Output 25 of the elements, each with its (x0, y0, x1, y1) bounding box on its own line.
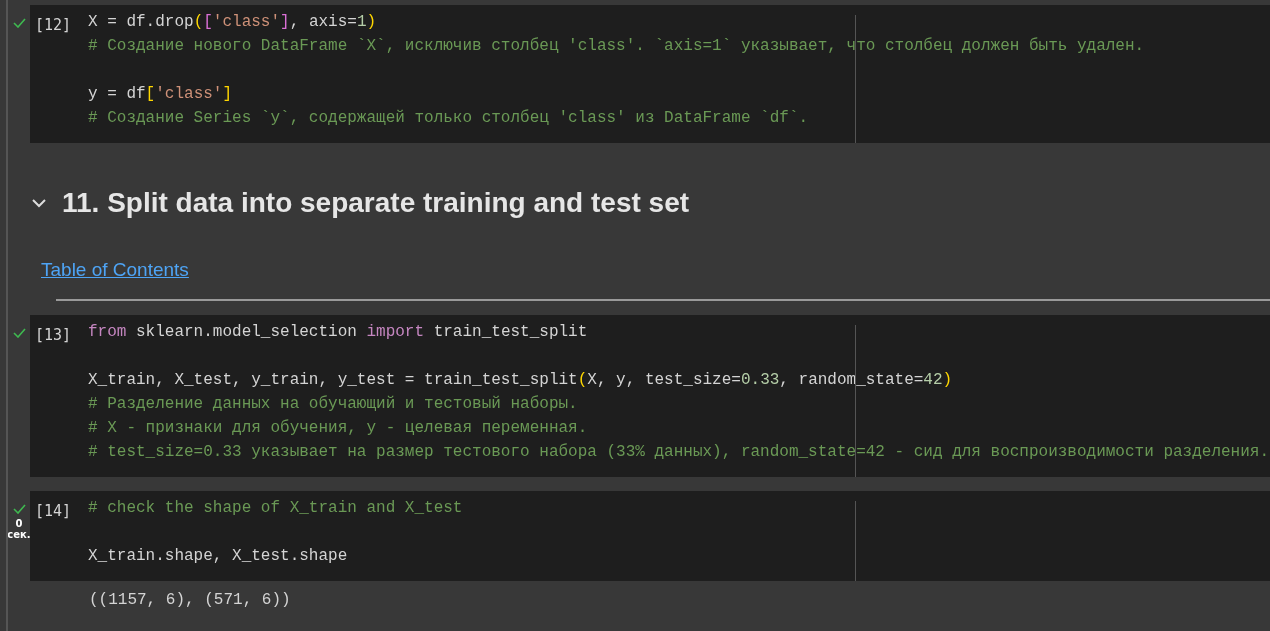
execution-count: [14] (34, 501, 73, 522)
check-icon (12, 328, 26, 338)
code-comment: # Создание Series `y`, содержащей только столбец 'class' из DataFrame `df`. (88, 109, 810, 129)
code-cell[interactable]: [14] # check the shape of X_train and X_test X_train.shape, X_test.shape (30, 491, 1270, 581)
check-icon (12, 504, 26, 514)
run-duration: 0 сек. (8, 518, 31, 540)
code-cell[interactable] (30, 5, 1270, 143)
code-line: from sklearn.model_selection import train_test_split (88, 323, 589, 343)
code-line: y = df['class'] (88, 85, 234, 105)
code-comment: # Разделение данных на обучающий и тестовый наборы. (88, 395, 579, 415)
code-comment: # X - признаки для обучения, y - целевая переменная. (88, 419, 589, 439)
section-heading: 11. Split data into separate training and test set (62, 187, 690, 219)
check-icon (12, 18, 26, 28)
code-comment: # check the shape of X_train and X_test (88, 499, 463, 519)
code-line: X_train.shape, X_test.shape (88, 547, 349, 567)
execution-count: [12] (34, 15, 73, 36)
table-of-contents-link[interactable]: Table of Contents (41, 259, 189, 281)
cell-output: ((1157, 6), (571, 6)) (88, 590, 292, 609)
code-line: X_train, X_test, y_train, y_test = train_test_split(X, y, test_size=0.33, random_state=42) (88, 371, 954, 391)
collapse-chevron-icon[interactable] (32, 198, 46, 208)
code-line: X = df.drop(['class'], axis=1) (88, 13, 378, 33)
execution-count: [13] (34, 325, 73, 346)
code-comment: # test_size=0.33 указывает на размер тестового набора (33% данных), random_state=42 - сид для воспроизводимости разделения. (88, 443, 1269, 463)
code-comment: # Создание нового DataFrame `X`, исключив столбец 'class'. `axis=1` указывает, что столбец должен быть удален. (88, 37, 1145, 57)
code-cell[interactable] (30, 315, 1270, 477)
